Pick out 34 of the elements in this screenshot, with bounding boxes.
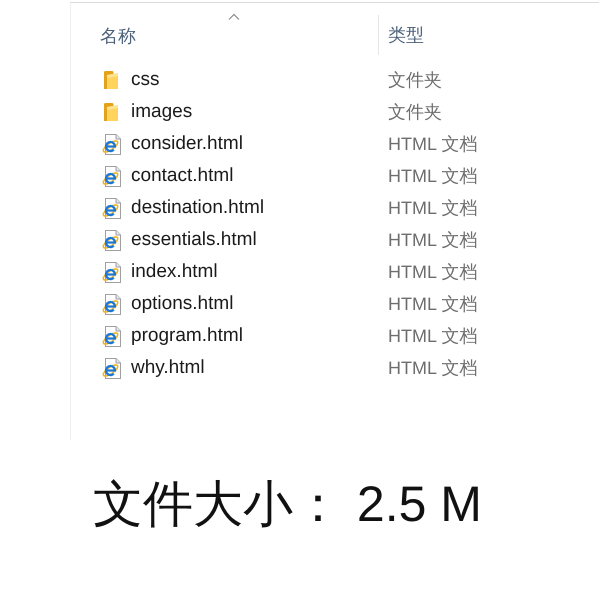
file-type: HTML 文档	[388, 134, 478, 154]
sort-caret-icon	[228, 13, 240, 20]
file-name[interactable]: destination.html	[131, 196, 264, 220]
file-name[interactable]: options.html	[131, 292, 234, 316]
file-type: 文件夹	[388, 102, 442, 122]
file-type: HTML 文档	[388, 262, 478, 282]
web-page-icon	[101, 198, 121, 218]
web-page-icon	[101, 134, 121, 154]
folder-icon	[104, 103, 118, 121]
web-page-icon	[101, 358, 121, 378]
file-type: HTML 文档	[388, 198, 478, 218]
web-page-icon	[101, 166, 121, 186]
file-type: HTML 文档	[388, 294, 478, 314]
file-name[interactable]: program.html	[131, 324, 243, 348]
file-type: HTML 文档	[388, 358, 478, 378]
web-page-icon	[101, 230, 121, 250]
file-name[interactable]: essentials.html	[131, 228, 257, 252]
file-type: HTML 文档	[388, 326, 478, 346]
file-name[interactable]: consider.html	[131, 132, 243, 156]
file-name[interactable]: index.html	[131, 260, 218, 284]
file-type: HTML 文档	[388, 230, 478, 250]
web-page-icon	[101, 294, 121, 314]
file-size-caption: 文件大小： 2.5 M	[93, 475, 482, 534]
file-name[interactable]: why.html	[131, 356, 205, 380]
web-page-icon	[101, 262, 121, 282]
file-type: 文件夹	[388, 70, 442, 90]
web-page-icon	[101, 326, 121, 346]
column-header[interactable]: 名称	[100, 3, 378, 47]
file-type: HTML 文档	[388, 166, 478, 186]
file-name[interactable]: contact.html	[131, 164, 234, 188]
folder-icon	[104, 71, 118, 89]
file-name[interactable]: images	[131, 100, 192, 124]
column-header[interactable]: 类型	[378, 15, 434, 55]
file-name[interactable]: css	[131, 68, 160, 92]
